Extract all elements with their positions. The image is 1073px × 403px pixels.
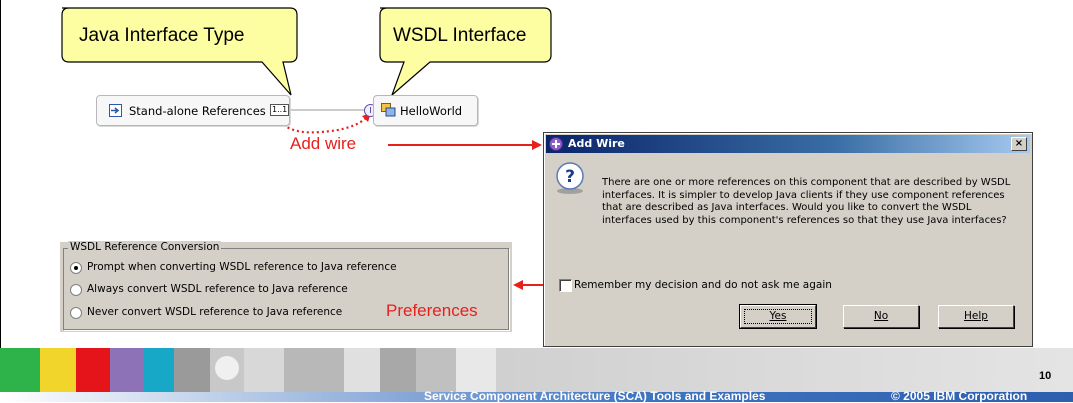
photo-tile [244,348,284,392]
photo-tile [284,348,344,392]
photo-tile [380,348,416,392]
wire-app-icon [549,137,563,151]
circle-graphic [215,356,239,380]
helloworld-component-node[interactable]: HelloWorld [373,95,478,126]
dialog-title: Add Wire [568,137,625,150]
standalone-references-label: Stand-alone References [129,104,266,118]
add-wire-dialog: Add Wire × ? There are one or more refer… [543,132,1033,347]
group-legend: WSDL Reference Conversion [68,241,222,253]
radio-selected-dot [74,266,78,270]
photo-tile [416,348,456,392]
dialog-message: There are one or more references on this… [602,177,1011,226]
dialog-titlebar[interactable]: Add Wire × [546,135,1030,153]
question-icon: ? [556,162,584,194]
radio-button[interactable] [70,262,82,274]
photo-tile [456,348,496,392]
callout-wsdl-shape [379,7,552,97]
radio-button[interactable] [70,284,82,296]
callout-wsdl-interface: WSDL Interface [393,25,527,46]
callout-java-interface-type: Java Interface Type [79,25,245,46]
remember-decision-label: Remember my decision and do not ask me a… [574,279,832,291]
close-button[interactable]: × [1011,137,1027,151]
gradient-band [496,348,1073,392]
footer-title: Service Component Architecture (SCA) Too… [424,389,766,403]
preferences-arrow-head-left [513,280,523,290]
page-number: 10 [1039,370,1052,382]
remember-decision-checkbox[interactable] [559,279,572,292]
footer-copyright: © 2005 IBM Corporation [891,389,1028,403]
no-button[interactable]: No [843,305,919,328]
callout-java-shape [61,7,298,96]
add-wire-annotation: Add wire [290,134,357,153]
multiplicity-badge: 1..1 [270,104,290,116]
color-block [110,348,144,392]
helloworld-label: HelloWorld [400,104,463,118]
yes-button-label: Yes [769,310,787,322]
radio-option-label: Never convert WSDL reference to Java ref… [87,306,343,318]
standalone-references-node[interactable]: Stand-alone References 1..1 [96,95,290,126]
svg-text:?: ? [565,167,575,187]
color-block [76,348,110,392]
radio-button[interactable] [70,307,82,319]
photo-tile [344,348,380,392]
color-block [0,348,40,392]
wsdl-reference-conversion-group: WSDL Reference Conversion Prompt when co… [60,241,512,332]
help-button[interactable]: Help [938,305,1014,328]
reference-arrow-icon [109,104,122,117]
color-block [144,348,174,392]
component-icon [381,103,396,117]
photo-tile [174,348,210,392]
yes-button[interactable]: Yes [739,304,817,329]
radio-option-label: Prompt when converting WSDL reference to… [87,261,397,273]
add-wire-arrow-head [532,140,542,150]
color-block [40,348,76,392]
preferences-annotation: Preferences [386,301,478,320]
radio-option-label: Always convert WSDL reference to Java re… [87,283,348,295]
